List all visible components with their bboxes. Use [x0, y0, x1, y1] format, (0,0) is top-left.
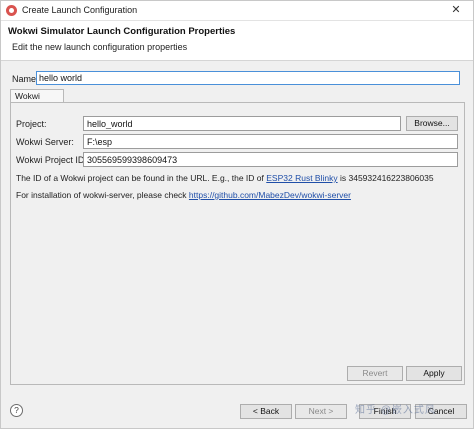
project-id-hint: The ID of a Wokwi project can be found i… — [16, 173, 434, 183]
apply-button[interactable]: Apply — [406, 366, 462, 381]
project-id-field[interactable] — [83, 152, 458, 167]
help-icon[interactable]: ? — [10, 404, 23, 417]
wokwi-server-link[interactable]: https://github.com/MabezDev/wokwi-server — [189, 190, 351, 200]
name-field[interactable] — [36, 71, 460, 85]
server-label: Wokwi Server: — [16, 137, 74, 147]
install-text: For installation of wokwi-server, please… — [16, 190, 187, 200]
window-title: Create Launch Configuration — [22, 5, 138, 15]
project-id-label: Wokwi Project ID: — [16, 155, 87, 165]
close-icon[interactable]: ✕ — [445, 3, 467, 18]
page-subtitle: Edit the new launch configuration proper… — [12, 42, 188, 52]
back-button[interactable]: < Back — [240, 404, 292, 419]
esp32-rust-blinky-link[interactable]: ESP32 Rust Blinky — [266, 173, 337, 183]
project-field[interactable] — [83, 116, 401, 131]
tab-wokwi-server[interactable]: Wokwi Server — [10, 89, 64, 114]
browse-button[interactable]: Browse... — [406, 116, 458, 131]
revert-button[interactable]: Revert — [347, 366, 403, 381]
title-bar: Create Launch Configuration ✕ — [1, 1, 473, 21]
server-field[interactable] — [83, 134, 458, 149]
hint-example-id: is 345932416223806035 — [339, 173, 434, 183]
hint-text: The ID of a Wokwi project can be found i… — [16, 173, 264, 183]
name-label: Name: — [12, 74, 39, 84]
page-title: Wokwi Simulator Launch Configuration Pro… — [8, 26, 236, 37]
project-label: Project: — [16, 119, 47, 129]
header-panel: Wokwi Simulator Launch Configuration Pro… — [1, 21, 473, 61]
eclipse-icon — [6, 5, 17, 16]
watermark: 知乎 @嵌入式风 — [355, 405, 436, 416]
install-hint: For installation of wokwi-server, please… — [16, 190, 351, 200]
dialog-window: Create Launch Configuration ✕ Wokwi Simu… — [0, 0, 474, 429]
next-button[interactable]: Next > — [295, 404, 347, 419]
